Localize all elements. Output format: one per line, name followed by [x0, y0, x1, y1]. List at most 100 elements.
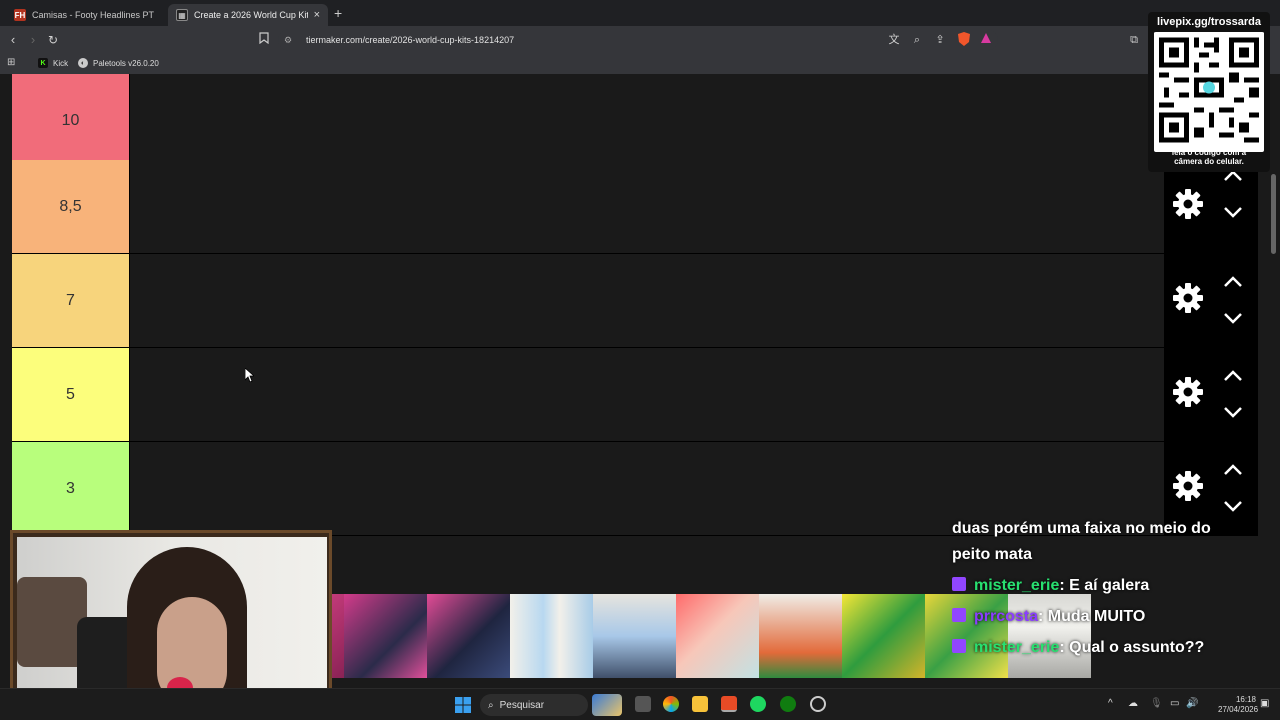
spotify-icon[interactable]: [750, 696, 766, 712]
kick-icon: K: [38, 58, 48, 68]
bookmark-paletools[interactable]: ◐ Paletools v26.0.20: [78, 58, 159, 68]
tier-label[interactable]: 7: [12, 254, 129, 347]
qr-caption-line: leia o código com a: [1171, 148, 1247, 157]
kit-thumbnail[interactable]: [330, 594, 344, 678]
chat-text: : E aí galera: [1059, 577, 1150, 594]
close-tab-icon[interactable]: ×: [314, 9, 320, 21]
move-down-icon[interactable]: [1222, 498, 1244, 514]
kit-thumbnail[interactable]: [593, 594, 676, 678]
gear-icon[interactable]: [1172, 282, 1204, 314]
livepix-qr-overlay: livepix.gg/trossarda leia o código com a: [1148, 12, 1270, 172]
move-down-icon[interactable]: [1222, 204, 1244, 220]
bookmark-label: Kick: [53, 58, 69, 68]
qr-caption-line: câmera do celular.: [1174, 157, 1244, 166]
tier-dropzone[interactable]: [129, 74, 1164, 167]
forward-icon[interactable]: ›: [25, 32, 41, 48]
tier-row: 8,5: [12, 160, 1164, 254]
search-icon: ⌕: [488, 699, 494, 711]
chat-message-partial: peito mata: [952, 546, 1033, 563]
file-explorer-icon[interactable]: [692, 696, 708, 712]
twitch-icon: [952, 639, 966, 653]
bookmark-kick[interactable]: K Kick: [38, 58, 68, 68]
qr-caption: leia o código com a câmera do celular.: [1150, 148, 1268, 166]
xbox-icon[interactable]: [780, 696, 796, 712]
tier-row: 7: [12, 254, 1164, 348]
reload-icon[interactable]: ↻: [45, 32, 61, 48]
twitch-icon: [952, 608, 966, 622]
clock-date: 27/04/2026: [1218, 705, 1259, 714]
windows-taskbar: ⌕ Pesquisar ^ ☁ 🎙 ▭ 🔊 16:18 27/04/2026 ▣: [0, 688, 1280, 720]
back-icon[interactable]: ‹: [5, 32, 21, 48]
url-text: tiermaker.com/create/2026-world-cup-kits…: [306, 35, 515, 45]
new-tab-icon[interactable]: +: [334, 5, 342, 21]
brave-shields-icon[interactable]: [956, 32, 972, 48]
show-hidden-icons-icon[interactable]: ^: [1108, 698, 1113, 709]
browser-toolbar: ‹ › ↻ ⚙ tiermaker.com/create/2026-world-…: [0, 26, 1280, 54]
share-icon[interactable]: ⇪: [932, 32, 948, 48]
zoom-icon[interactable]: ⌕: [909, 32, 925, 48]
kit-thumbnail[interactable]: [510, 594, 593, 678]
task-view-icon[interactable]: [635, 696, 651, 712]
site-info-icon[interactable]: ⚙: [284, 35, 298, 46]
tab-title: Camisas - Footy Headlines PT: [32, 10, 155, 20]
qr-code-image: [1154, 32, 1264, 152]
bookmark-label: Paletools v26.0.20: [93, 58, 159, 68]
qr-title: livepix.gg/trossarda: [1157, 16, 1261, 28]
taskbar-search[interactable]: ⌕ Pesquisar: [480, 694, 622, 716]
tier-dropzone[interactable]: [129, 254, 1164, 347]
move-up-icon[interactable]: [1222, 274, 1244, 290]
chat-message: mister_erie: Qual o assunto??: [952, 639, 1204, 657]
tab-strip: FH Camisas - Footy Headlines PT ▦ Create…: [0, 0, 1280, 26]
chat-message-partial: duas porém uma faixa no meio do: [952, 520, 1211, 537]
apps-grid-icon[interactable]: ⊞: [7, 57, 15, 68]
windows-start-icon[interactable]: [455, 697, 471, 713]
gear-icon[interactable]: [1172, 470, 1204, 502]
webcam-overlay: [10, 530, 332, 710]
notifications-icon[interactable]: ▣: [1260, 698, 1269, 709]
kit-thumbnail[interactable]: [344, 594, 427, 678]
kit-thumbnail[interactable]: [427, 594, 510, 678]
clock-time: 16:18: [1235, 695, 1256, 704]
mouse-cursor-icon: [245, 368, 254, 382]
copilot-icon[interactable]: [663, 696, 679, 712]
tier-dropzone[interactable]: [129, 348, 1164, 441]
tier-dropzone[interactable]: [129, 160, 1164, 253]
translate-icon[interactable]: 文: [886, 32, 902, 48]
tiermaker-favicon-icon: ▦: [176, 9, 188, 21]
chat-text: : Muda MUITO: [1038, 608, 1146, 625]
tier-label[interactable]: 5: [12, 348, 129, 441]
brave-rewards-icon[interactable]: [978, 32, 994, 48]
kit-thumbnail[interactable]: [842, 594, 925, 678]
tier-label[interactable]: 10: [12, 74, 129, 167]
gear-icon[interactable]: [1172, 188, 1204, 220]
move-down-icon[interactable]: [1222, 404, 1244, 420]
move-up-icon[interactable]: [1222, 462, 1244, 478]
move-down-icon[interactable]: [1222, 310, 1244, 326]
chat-message: prrcosta: Muda MUITO: [952, 608, 1145, 626]
taskbar-clock[interactable]: 16:18 27/04/2026: [1218, 695, 1259, 715]
chat-message: mister_erie: E aí galera: [952, 577, 1149, 595]
search-highlight-icon: [592, 694, 622, 716]
kit-thumbnail[interactable]: [759, 594, 842, 678]
move-up-icon[interactable]: [1222, 368, 1244, 384]
tab-tiermaker[interactable]: ▦ Create a 2026 World Cup Kits Ti ×: [168, 4, 328, 26]
chat-text: : Qual o assunto??: [1059, 639, 1205, 656]
gear-icon[interactable]: [1172, 376, 1204, 408]
chat-username: mister_erie: [974, 639, 1060, 656]
scrollbar-thumb[interactable]: [1271, 174, 1276, 254]
brave-browser-icon[interactable]: [721, 696, 737, 712]
bookmark-icon[interactable]: [256, 32, 272, 48]
cloud-icon[interactable]: ☁: [1128, 698, 1138, 709]
microphone-icon[interactable]: 🎙: [1150, 698, 1163, 709]
chat-username: prrcosta: [974, 608, 1039, 625]
extensions-icon[interactable]: ⧉: [1126, 32, 1142, 48]
volume-icon[interactable]: 🔊: [1186, 698, 1198, 709]
tier-label[interactable]: 3: [12, 442, 129, 535]
network-icon[interactable]: ▭: [1170, 698, 1179, 709]
tier-label[interactable]: 8,5: [12, 160, 129, 253]
app-icon[interactable]: [810, 696, 826, 712]
kit-thumbnail[interactable]: [676, 594, 759, 678]
paletools-icon: ◐: [78, 58, 88, 68]
tab-footy-headlines[interactable]: FH Camisas - Footy Headlines PT: [6, 4, 166, 26]
tab-title: Create a 2026 World Cup Kits Ti: [194, 10, 308, 20]
